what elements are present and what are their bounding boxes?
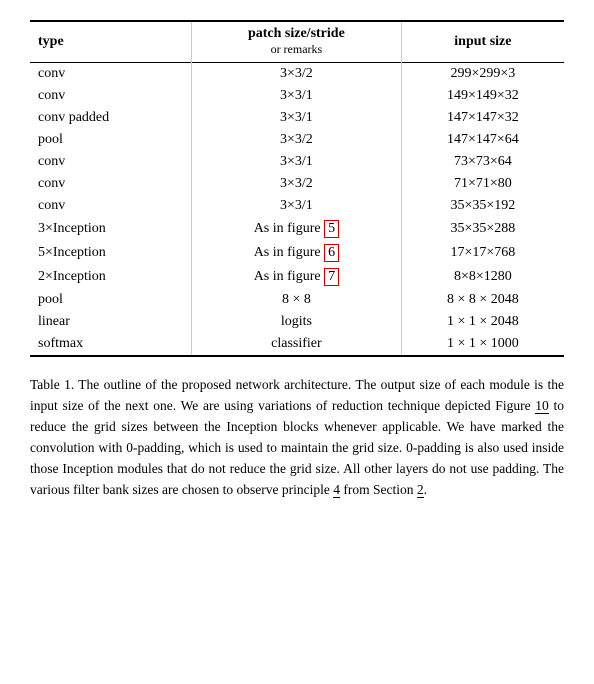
section-2-link[interactable]: 2 bbox=[417, 482, 424, 498]
table-row: conv3×3/135×35×192 bbox=[30, 195, 564, 217]
cell-input: 35×35×192 bbox=[401, 195, 564, 217]
col-header-patch: patch size/stride or remarks bbox=[192, 21, 402, 63]
cell-input: 8×8×1280 bbox=[401, 265, 564, 289]
table-row: conv3×3/173×73×64 bbox=[30, 151, 564, 173]
table-row: 3×InceptionAs in figure 535×35×288 bbox=[30, 217, 564, 241]
cell-input: 73×73×64 bbox=[401, 151, 564, 173]
cell-type: conv bbox=[30, 151, 192, 173]
cell-type: conv bbox=[30, 85, 192, 107]
cell-type: 2×Inception bbox=[30, 265, 192, 289]
cell-input: 1 × 1 × 1000 bbox=[401, 333, 564, 356]
col-header-input: input size bbox=[401, 21, 564, 63]
figure-5-ref[interactable]: 5 bbox=[324, 220, 339, 238]
cell-input: 1 × 1 × 2048 bbox=[401, 311, 564, 333]
cell-input: 71×71×80 bbox=[401, 173, 564, 195]
cell-type: conv bbox=[30, 195, 192, 217]
cell-input: 35×35×288 bbox=[401, 217, 564, 241]
cell-type: conv padded bbox=[30, 107, 192, 129]
cell-patch: 3×3/1 bbox=[192, 151, 402, 173]
table-row: conv3×3/271×71×80 bbox=[30, 173, 564, 195]
table-row: conv padded3×3/1147×147×32 bbox=[30, 107, 564, 129]
architecture-table: type patch size/stride or remarks input … bbox=[30, 20, 564, 357]
cell-input: 147×147×32 bbox=[401, 107, 564, 129]
table-row: conv3×3/1149×149×32 bbox=[30, 85, 564, 107]
cell-patch: As in figure 6 bbox=[192, 241, 402, 265]
cell-type: pool bbox=[30, 129, 192, 151]
cell-type: linear bbox=[30, 311, 192, 333]
cell-patch: 3×3/1 bbox=[192, 195, 402, 217]
table-row: pool8 × 88 × 8 × 2048 bbox=[30, 289, 564, 311]
cell-type: pool bbox=[30, 289, 192, 311]
cell-type: softmax bbox=[30, 333, 192, 356]
cell-patch: 3×3/2 bbox=[192, 63, 402, 86]
cell-patch: classifier bbox=[192, 333, 402, 356]
cell-input: 17×17×768 bbox=[401, 241, 564, 265]
table-row: linearlogits1 × 1 × 2048 bbox=[30, 311, 564, 333]
table-row: 5×InceptionAs in figure 617×17×768 bbox=[30, 241, 564, 265]
cell-type: 3×Inception bbox=[30, 217, 192, 241]
table-caption: Table 1. The outline of the proposed net… bbox=[30, 375, 564, 501]
cell-patch: 3×3/1 bbox=[192, 107, 402, 129]
figure-10-link[interactable]: 10 bbox=[535, 398, 549, 414]
table-row: pool3×3/2147×147×64 bbox=[30, 129, 564, 151]
figure-7-ref[interactable]: 7 bbox=[324, 268, 339, 286]
cell-input: 149×149×32 bbox=[401, 85, 564, 107]
cell-patch: 8 × 8 bbox=[192, 289, 402, 311]
cell-input: 299×299×3 bbox=[401, 63, 564, 86]
table-row: conv3×3/2299×299×3 bbox=[30, 63, 564, 86]
cell-input: 8 × 8 × 2048 bbox=[401, 289, 564, 311]
table-row: softmaxclassifier1 × 1 × 1000 bbox=[30, 333, 564, 356]
table-row: 2×InceptionAs in figure 78×8×1280 bbox=[30, 265, 564, 289]
cell-type: conv bbox=[30, 63, 192, 86]
cell-patch: 3×3/2 bbox=[192, 129, 402, 151]
cell-type: conv bbox=[30, 173, 192, 195]
figure-6-ref[interactable]: 6 bbox=[324, 244, 339, 262]
cell-patch: As in figure 5 bbox=[192, 217, 402, 241]
cell-patch: 3×3/1 bbox=[192, 85, 402, 107]
cell-patch: As in figure 7 bbox=[192, 265, 402, 289]
col-header-type: type bbox=[30, 21, 192, 63]
cell-input: 147×147×64 bbox=[401, 129, 564, 151]
cell-patch: 3×3/2 bbox=[192, 173, 402, 195]
cell-type: 5×Inception bbox=[30, 241, 192, 265]
cell-patch: logits bbox=[192, 311, 402, 333]
